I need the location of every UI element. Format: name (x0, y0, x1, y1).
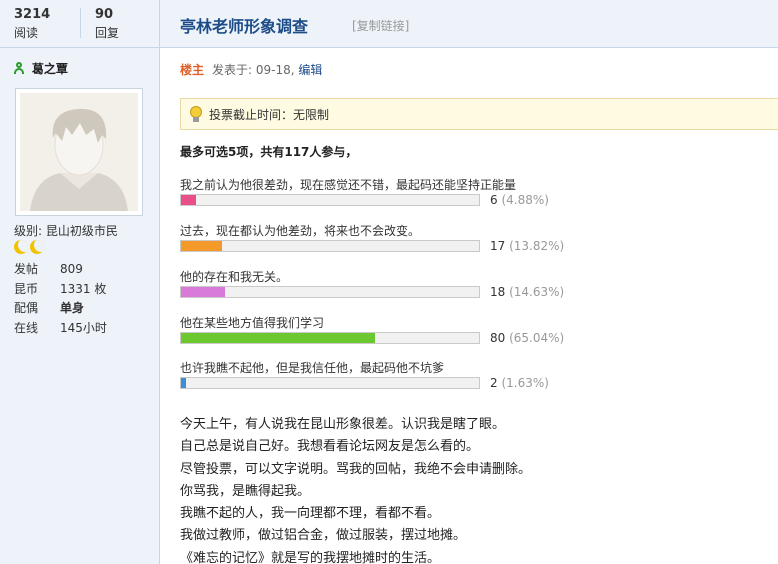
owner-badge: 楼主 (180, 63, 205, 77)
profile-key: 在线 (14, 320, 39, 335)
profile-key: 发帖 (14, 262, 39, 276)
profile-row-posts: 发帖 809 (14, 260, 107, 280)
poll-option-label: 我之前认为他很差劲，现在感觉还不错，最起码还能坚持正能量 (180, 178, 517, 192)
profile-key: 昆币 (14, 281, 39, 296)
avatar[interactable] (15, 88, 143, 216)
vote-count: 17 (490, 239, 506, 253)
post-main: 楼主 发表于: 09-18, 编辑 投票截止时间：无限制 最多可选5项，共有117… (161, 49, 778, 564)
vote-count: 18 (490, 285, 506, 299)
poll-option-count: 18 (14.63%) (490, 285, 564, 299)
profile-key: 配偶 (14, 301, 39, 315)
profile-value: 809 (60, 262, 83, 276)
poll-option-label: 他在某些地方值得我们学习 (180, 316, 325, 330)
content-line: 《难忘的记忆》就是写的我摆地摊时的生活。 (180, 550, 441, 564)
profile-row-spouse: 配偶 单身 (14, 299, 107, 319)
username[interactable]: 葛之覃 (32, 62, 68, 76)
poll-deadline-box: 投票截止时间：无限制 (180, 98, 778, 130)
moon-rank-icon (14, 240, 28, 254)
content-line: 今天上午，有人说我在昆山形象很差。认识我是瞎了眼。 (180, 417, 506, 432)
poll-option-count: 6 (4.88%) (490, 193, 549, 207)
content-line: 你骂我，是瞧得起我。 (180, 483, 311, 499)
poll-bar-fill (181, 287, 225, 297)
rank-icons (14, 240, 46, 257)
poll-option-label: 他的存在和我无关。 (180, 270, 289, 284)
thread-title[interactable]: 亭林老师形象调查 (180, 13, 308, 37)
poll-option-label: 过去，现在都认为他差劲，将来也不会改变。 (180, 224, 421, 238)
user-level: 级别: 昆山初级市民 (14, 224, 118, 238)
poll-option: 他在某些地方值得我们学习 80 (65.04%) (180, 314, 620, 345)
post-date: 发表于: 09-18 (212, 63, 291, 77)
profile-value: 1331 枚 (60, 281, 107, 296)
meta-separator: , (290, 63, 295, 77)
vote-percent: (4.88%) (501, 193, 549, 207)
vote-percent: (65.04%) (509, 331, 565, 345)
replies-count: 90 (95, 7, 114, 22)
poll-bar-track (180, 286, 480, 298)
content-line: 自己总是说自己好。我想看看论坛网友是怎么看的。 (180, 439, 480, 455)
reads-stat: 3214 阅读 (14, 7, 50, 41)
vote-percent: (14.63%) (509, 285, 565, 299)
reads-count: 3214 (14, 7, 51, 22)
poll-option-count: 17 (13.82%) (490, 239, 564, 253)
vote-count: 6 (490, 193, 498, 207)
content-line: 尽管投票，可以文字说明。骂我的回帖，我绝不会申请删除。 (180, 461, 532, 477)
replies-stat: 90 回复 (95, 7, 119, 41)
lightbulb-icon (190, 106, 202, 122)
post-content: 今天上午，有人说我在昆山形象很差。认识我是瞎了眼。 自己总是说自己好。我想看看论… (180, 414, 531, 564)
poll-option-count: 2 (1.63%) (490, 376, 549, 390)
poll-note: 最多可选5项，共有117人参与， (180, 145, 358, 159)
thread-stats: 3214 阅读 90 回复 (0, 0, 160, 48)
poll-option-label: 也许我瞧不起他，但是我信任他，最起码他不坑爹 (180, 361, 445, 375)
poll-bar-fill (181, 378, 186, 388)
replies-label: 回复 (95, 26, 120, 40)
vote-count: 80 (490, 331, 506, 345)
profile-value: 单身 (60, 301, 85, 315)
profile-value: 145小时 (60, 320, 107, 335)
avatar-placeholder-icon (20, 93, 138, 211)
poll-bar-fill (181, 195, 196, 205)
edit-link[interactable]: 编辑 (298, 63, 322, 77)
username-row: 葛之覃 (14, 60, 68, 77)
poll-option: 我之前认为他很差劲，现在感觉还不错，最起码还能坚持正能量 6 (4.88%) (180, 176, 620, 207)
poll-option: 他的存在和我无关。 18 (14.63%) (180, 268, 620, 299)
user-icon (14, 62, 24, 74)
vote-percent: (13.82%) (509, 239, 565, 253)
profile-row-coins: 昆币 1331 枚 (14, 280, 107, 300)
post-meta: 楼主 发表于: 09-18, 编辑 (180, 61, 322, 78)
poll-option: 过去，现在都认为他差劲，将来也不会改变。 17 (13.82%) (180, 222, 620, 253)
poll-bar-track (180, 194, 480, 206)
reads-label: 阅读 (14, 26, 39, 40)
content-line: 我做过教师，做过铝合金，做过服装，摆过地摊。 (180, 528, 467, 544)
poll-bar-fill (181, 333, 375, 343)
poll-deadline: 投票截止时间：无限制 (209, 108, 330, 122)
user-profile: 发帖 809 昆币 1331 枚 配偶 单身 在线 145小时 (14, 260, 107, 338)
poll-option-count: 80 (65.04%) (490, 331, 564, 345)
moon-rank-icon (30, 240, 44, 254)
poll-bar-track (180, 332, 480, 344)
poll-bar-track (180, 240, 480, 252)
poll-bar-track (180, 377, 480, 389)
profile-row-online: 在线 145小时 (14, 319, 107, 339)
poll-option: 也许我瞧不起他，但是我信任他，最起码他不坑爹 2 (1.63%) (180, 359, 620, 390)
content-line: 我瞧不起的人，我一向理都不理，看都不看。 (180, 506, 441, 522)
vote-percent: (1.63%) (501, 376, 549, 390)
thread-title-bar: 亭林老师形象调查 [复制链接] (160, 0, 778, 48)
stats-divider (80, 8, 81, 38)
vote-count: 2 (490, 376, 498, 390)
user-sidebar: 葛之覃 级别: 昆山初级市民 发帖 809 昆币 1331 枚 配偶 单身 在线 145… (0, 48, 160, 564)
copy-link-button[interactable]: [复制链接] (352, 17, 409, 34)
poll-bar-fill (181, 241, 223, 251)
